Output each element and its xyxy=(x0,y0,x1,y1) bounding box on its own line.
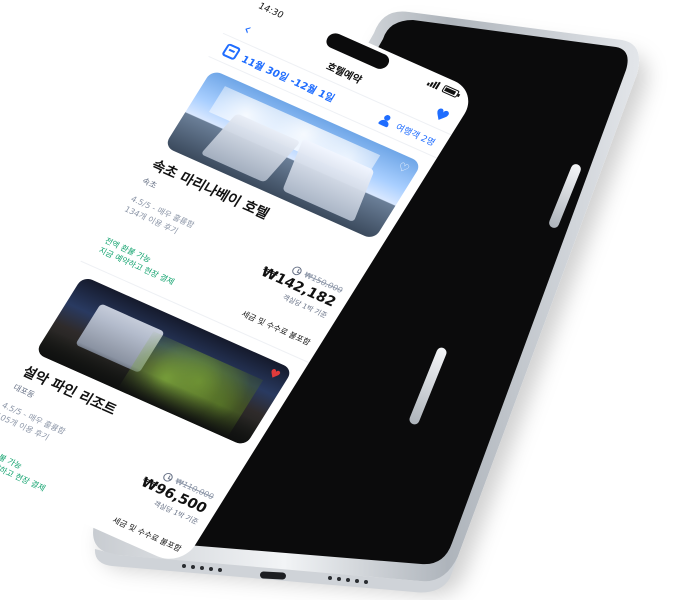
favorite-filled-heart-icon[interactable]: ♥ xyxy=(266,366,283,382)
clock-icon xyxy=(161,471,175,483)
heart-icon: ♥ xyxy=(430,103,454,126)
favorites-button[interactable]: ♥ xyxy=(429,103,455,126)
signal-icon xyxy=(426,78,442,90)
taxes-note: 세금 및 수수료 불포함 xyxy=(239,309,312,348)
chevron-left-icon: ‹ xyxy=(240,19,257,38)
person-icon xyxy=(377,113,394,128)
calendar-icon xyxy=(221,42,242,61)
favorite-outline-heart-icon[interactable]: ♡ xyxy=(395,160,412,176)
back-button[interactable]: ‹ xyxy=(235,17,261,40)
clock-icon xyxy=(290,265,304,277)
lightning-port xyxy=(259,571,286,580)
battery-icon xyxy=(441,84,461,99)
